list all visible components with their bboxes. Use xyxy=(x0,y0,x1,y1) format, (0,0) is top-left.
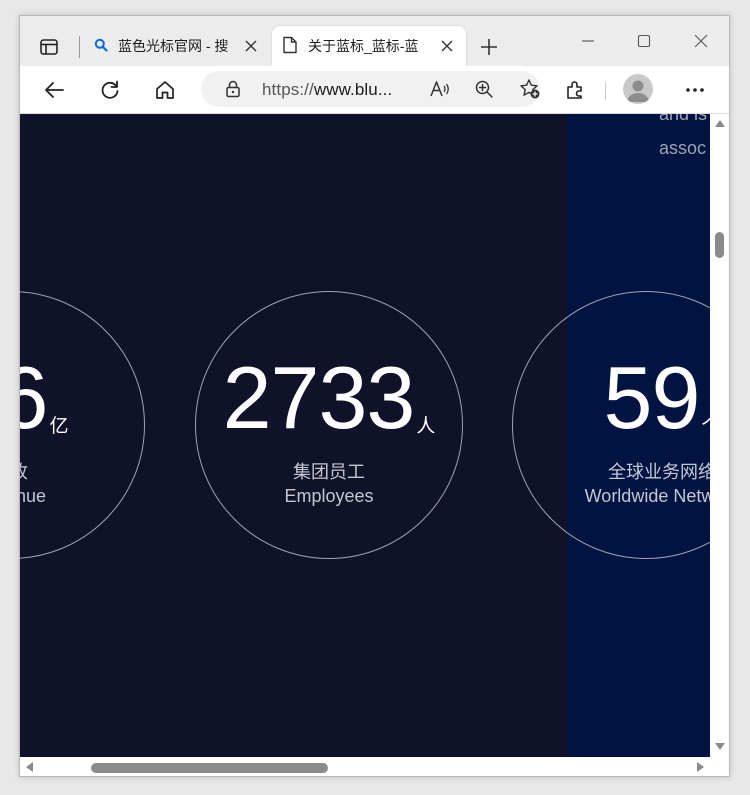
vertical-scrollbar[interactable] xyxy=(710,114,729,757)
zoom-icon[interactable] xyxy=(470,75,498,103)
address-bar[interactable]: https://www.blu... xyxy=(201,71,540,107)
stat-unit: 人 xyxy=(416,416,436,437)
search-icon xyxy=(94,38,108,55)
url-host: www.blu... xyxy=(313,80,393,99)
vertical-scroll-thumb[interactable] xyxy=(715,232,724,258)
close-window-icon[interactable] xyxy=(678,28,724,54)
home-icon[interactable] xyxy=(149,74,181,106)
stat-number: 59 xyxy=(603,348,701,447)
stat-label-en: Worldwide Network xyxy=(584,486,710,506)
stat-revenue: 66 亿 营收 Revenue xyxy=(20,354,110,507)
tab-bluefocus-search[interactable]: 蓝色光标官网 - 搜 xyxy=(84,26,270,66)
close-icon[interactable] xyxy=(242,37,260,55)
tab-title: 蓝色光标官网 - 搜 xyxy=(118,38,229,54)
scroll-left-arrow-icon[interactable] xyxy=(26,762,33,772)
maximize-icon[interactable] xyxy=(621,28,667,54)
stat-number: 66 xyxy=(20,354,48,442)
stat-network: 59 个 全球业务网络 Worldwide Network xyxy=(542,354,710,507)
extensions-icon[interactable] xyxy=(559,74,591,106)
stat-employees: 2733 人 集团员工 Employees xyxy=(195,354,463,507)
profile-avatar-icon[interactable] xyxy=(623,74,653,104)
minimize-icon[interactable] xyxy=(565,28,611,54)
stat-label-cn: 集团员工 xyxy=(293,462,365,482)
new-tab-icon[interactable] xyxy=(474,32,504,62)
tab-separator xyxy=(79,36,80,58)
page-viewport: and is assoc 66 亿 营收 Revenue 2733 人 集团员工… xyxy=(20,114,710,757)
close-icon[interactable] xyxy=(438,37,456,55)
url-text[interactable]: https://www.blu... xyxy=(262,80,392,100)
horizontal-scrollbar[interactable] xyxy=(20,757,710,776)
side-text-line: and is xyxy=(659,114,708,124)
horizontal-scroll-thumb[interactable] xyxy=(91,763,328,773)
stat-label-cn: 营收 xyxy=(20,458,110,484)
browser-window: 蓝色光标官网 - 搜 关于蓝标_蓝标-蓝 https://www.blu... … xyxy=(19,15,730,777)
toolbar-separator xyxy=(605,82,606,100)
scroll-down-arrow-icon[interactable] xyxy=(715,743,725,750)
side-text-line: assoc xyxy=(659,138,707,158)
stat-label-en: Employees xyxy=(284,486,374,506)
tab-strip: 蓝色光标官网 - 搜 关于蓝标_蓝标-蓝 xyxy=(20,16,729,66)
more-options-icon[interactable] xyxy=(679,74,711,106)
scroll-right-arrow-icon[interactable] xyxy=(697,762,704,772)
stat-unit: 个 xyxy=(701,411,710,438)
scrollbar-corner xyxy=(710,757,729,776)
lock-icon[interactable] xyxy=(219,75,247,103)
stat-label-en: Revenue xyxy=(20,486,47,506)
page-icon xyxy=(282,36,298,57)
tab-title: 关于蓝标_蓝标-蓝 xyxy=(308,38,419,54)
tab-about-bluefocus[interactable]: 关于蓝标_蓝标-蓝 xyxy=(272,26,466,66)
back-arrow-icon[interactable] xyxy=(38,74,70,106)
sidebar-toggle-icon[interactable] xyxy=(34,32,64,62)
scroll-up-arrow-icon[interactable] xyxy=(715,120,725,127)
refresh-icon[interactable] xyxy=(94,74,126,106)
stat-label-cn: 全球业务网络 xyxy=(608,462,710,482)
stat-number: 2733 xyxy=(222,348,416,447)
url-scheme: https:// xyxy=(262,80,314,99)
add-favorite-icon[interactable] xyxy=(516,75,544,103)
read-aloud-icon[interactable] xyxy=(426,75,454,103)
stat-unit: 亿 xyxy=(49,416,69,437)
